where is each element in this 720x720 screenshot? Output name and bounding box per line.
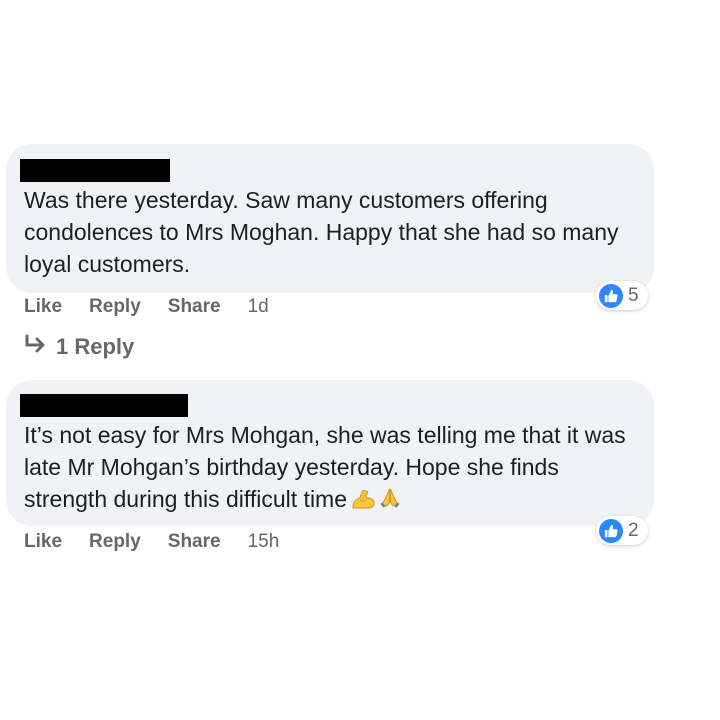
- like-button[interactable]: Like: [24, 531, 62, 553]
- like-button[interactable]: Like: [24, 296, 62, 318]
- share-button[interactable]: Share: [168, 296, 221, 318]
- redacted-author-name: [20, 394, 188, 417]
- reply-button[interactable]: Reply: [89, 296, 141, 318]
- comment-text-content: It’s not easy for Mrs Mohgan, she was te…: [24, 422, 626, 512]
- redacted-author-name: [20, 159, 170, 182]
- folded-hands-emoji: [379, 485, 401, 517]
- share-button[interactable]: Share: [168, 531, 221, 553]
- like-icon: [599, 518, 623, 543]
- comment-bubble: It’s not easy for Mrs Mohgan, she was te…: [6, 380, 654, 526]
- reaction-summary[interactable]: 5: [596, 281, 648, 310]
- flexed-biceps-emoji: [351, 485, 375, 517]
- reaction-count: 5: [628, 284, 639, 306]
- reaction-summary[interactable]: 2: [596, 516, 648, 545]
- replies-count-label: 1 Reply: [56, 334, 135, 359]
- comment-actions: Like Reply Share 15h: [24, 531, 279, 553]
- comment-text: It’s not easy for Mrs Mohgan, she was te…: [24, 419, 639, 517]
- timestamp[interactable]: 15h: [248, 531, 280, 553]
- comment-bubble: Was there yesterday. Saw many customers …: [6, 144, 654, 293]
- timestamp[interactable]: 1d: [248, 296, 269, 318]
- like-icon: [599, 283, 623, 308]
- reaction-count: 2: [628, 519, 639, 541]
- reply-arrow-icon: [24, 334, 48, 360]
- view-replies-link[interactable]: 1 Reply: [24, 334, 134, 360]
- reply-button[interactable]: Reply: [89, 531, 141, 553]
- comment-actions: Like Reply Share 1d: [24, 296, 269, 318]
- comment-text: Was there yesterday. Saw many customers …: [24, 187, 619, 277]
